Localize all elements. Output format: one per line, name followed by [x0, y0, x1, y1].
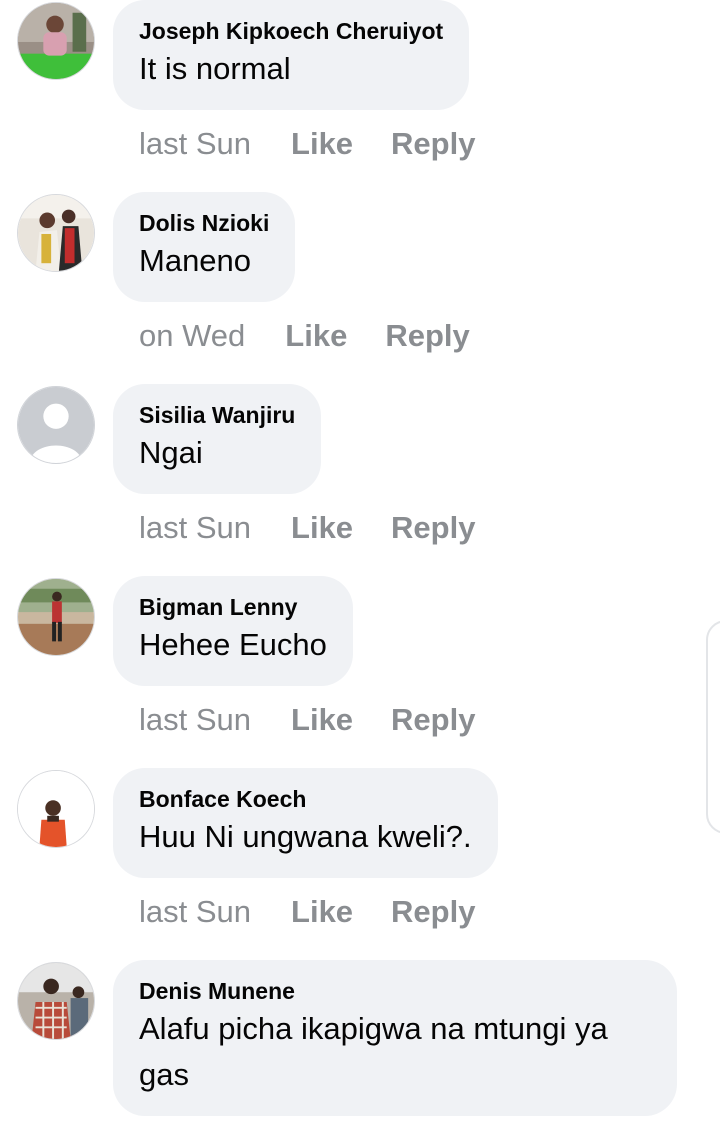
like-button[interactable]: Like: [291, 510, 353, 546]
comment-text: Hehee Eucho: [139, 627, 327, 662]
like-button[interactable]: Like: [285, 318, 347, 354]
comment-timestamp[interactable]: on Wed: [139, 318, 245, 354]
photo-avatar-icon: [18, 771, 94, 847]
reply-button[interactable]: Reply: [391, 510, 475, 546]
comment-author[interactable]: Denis Munene: [139, 976, 651, 1006]
comment-actions: last Sun Like Reply: [139, 510, 475, 546]
comment-text: Maneno: [139, 243, 252, 278]
like-button[interactable]: Like: [291, 894, 353, 930]
avatar[interactable]: [17, 386, 95, 464]
comment-bubble: Joseph Kipkoech Cheruiyot It is normal: [113, 0, 470, 110]
comment-author[interactable]: Dolis Nzioki: [139, 208, 269, 238]
reply-button[interactable]: Reply: [385, 318, 469, 354]
reply-button[interactable]: Reply: [391, 126, 475, 162]
comment-text: Alafu picha ikapigwa na mtungi ya gas: [139, 1011, 608, 1092]
avatar[interactable]: [17, 2, 95, 80]
comment-author[interactable]: Bigman Lenny: [139, 592, 327, 622]
comment-bubble: Sisilia Wanjiru Ngai: [113, 384, 322, 494]
comment-actions: last Sun Like Reply: [139, 894, 475, 930]
comment-actions: on Wed Like Reply: [139, 318, 470, 354]
default-avatar-icon: [18, 387, 94, 463]
comment-bubble: Bigman Lenny Hehee Eucho: [113, 576, 353, 686]
comment-text: Ngai: [139, 435, 203, 470]
like-button[interactable]: Like: [291, 702, 353, 738]
comment-text: Huu Ni ungwana kweli?.: [139, 819, 472, 854]
comment-timestamp[interactable]: last Sun: [139, 702, 251, 738]
photo-avatar-icon: [18, 579, 94, 655]
avatar[interactable]: [17, 194, 95, 272]
comment-bubble: Denis Munene Alafu picha ikapigwa na mtu…: [113, 960, 677, 1116]
photo-avatar-icon: [18, 963, 94, 1039]
photo-avatar-icon: [18, 3, 94, 79]
avatar[interactable]: [17, 578, 95, 656]
comment-timestamp[interactable]: last Sun: [139, 126, 251, 162]
comment-text: It is normal: [139, 51, 291, 86]
comment-bubble: Bonface Koech Huu Ni ungwana kweli?.: [113, 768, 498, 878]
like-button[interactable]: Like: [291, 126, 353, 162]
reply-button[interactable]: Reply: [391, 894, 475, 930]
avatar[interactable]: [17, 962, 95, 1040]
comment-bubble: Dolis Nzioki Maneno: [113, 192, 296, 302]
comment-author[interactable]: Joseph Kipkoech Cheruiyot: [139, 16, 443, 46]
photo-avatar-icon: [18, 195, 94, 271]
reply-button[interactable]: Reply: [391, 702, 475, 738]
comment-actions: last Sun Like Reply: [139, 702, 475, 738]
comment-timestamp[interactable]: last Sun: [139, 894, 251, 930]
comment-timestamp[interactable]: last Sun: [139, 510, 251, 546]
comment-author[interactable]: Sisilia Wanjiru: [139, 400, 295, 430]
avatar[interactable]: [17, 770, 95, 848]
side-panel-handle[interactable]: [706, 620, 720, 834]
comment-actions: last Sun Like Reply: [139, 126, 475, 162]
comment-author[interactable]: Bonface Koech: [139, 784, 472, 814]
